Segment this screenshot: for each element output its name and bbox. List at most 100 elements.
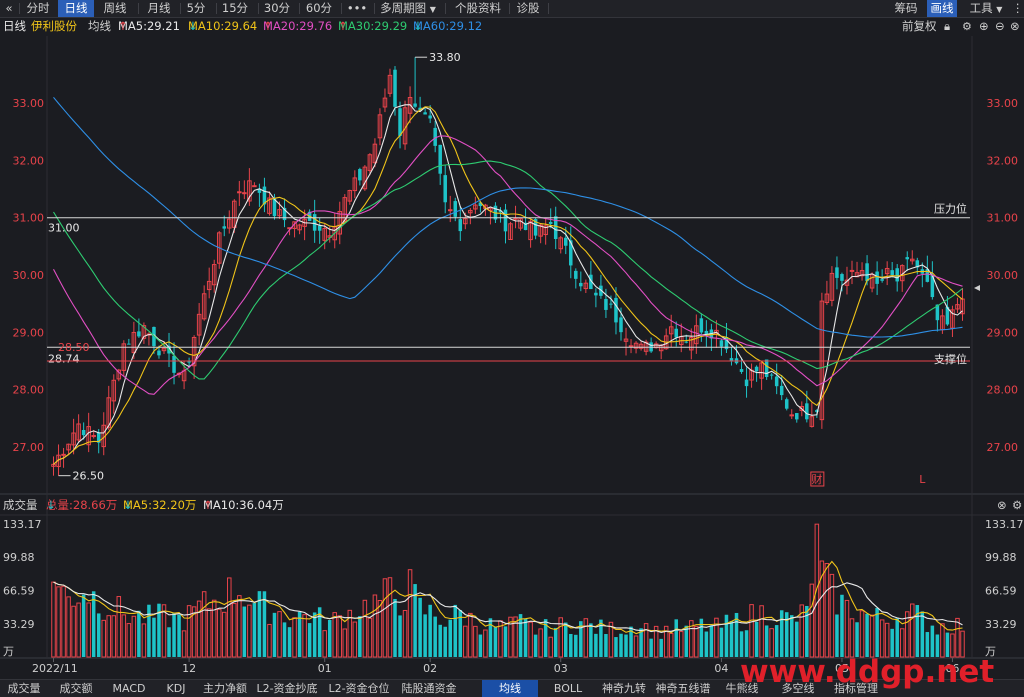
menu-icon[interactable]: ⋮: [1012, 0, 1024, 17]
candle-body: [447, 209, 453, 212]
chips-button[interactable]: 筹码: [889, 0, 923, 17]
volume-bar: [167, 627, 171, 657]
indicator-tab[interactable]: MACD: [106, 680, 152, 697]
diagnose-button[interactable]: 诊股: [512, 0, 544, 17]
volume-bar: [553, 627, 558, 657]
price-tick-left: 31.00: [13, 212, 45, 225]
candle-body: [393, 69, 397, 107]
volume-bar: [91, 591, 96, 657]
zoom-in-icon[interactable]: ⊕: [979, 18, 989, 35]
price-tick-right: 33.00: [987, 97, 1019, 110]
settings-icon[interactable]: ⚙: [962, 18, 972, 35]
volume-bar: [242, 606, 247, 657]
indicator-tab[interactable]: BOLL: [540, 680, 596, 697]
volume-bar: [684, 625, 689, 657]
lock-icon[interactable]: 🔒︎: [944, 18, 950, 35]
zoom-out-icon[interactable]: ⊖: [995, 18, 1005, 35]
back-icon[interactable]: «: [2, 0, 16, 17]
candle-body: [609, 303, 613, 305]
candle-body: [91, 435, 96, 438]
ma-label[interactable]: 均线: [88, 18, 111, 35]
volume-bar: [443, 626, 447, 657]
more-icon[interactable]: •••: [343, 0, 371, 17]
volume-bar: [744, 630, 749, 657]
volume-bar: [493, 626, 498, 657]
volume-bar: [754, 621, 759, 657]
arrow-up-icon: ↑: [338, 19, 348, 33]
candle-body: [563, 237, 568, 246]
kline-chart[interactable]: 33.80 26.50 31.00 28.7428.50 压力位支撑位财 L 27.00 2…: [0, 0, 1024, 696]
candle-body: [242, 192, 247, 195]
close-icon[interactable]: ⊗: [997, 497, 1007, 514]
tab-5min[interactable]: 5分: [182, 0, 210, 17]
volume-bar: [724, 614, 729, 657]
low-label: 26.50: [73, 470, 105, 483]
indicator-tab[interactable]: 神奇五线谱: [652, 680, 714, 697]
stock-info-button[interactable]: 个股资料: [448, 0, 508, 17]
settings-icon[interactable]: ⚙: [1012, 497, 1022, 514]
volume-label: 成交量: [3, 498, 38, 512]
indicator-tab[interactable]: 主力净额: [200, 680, 250, 697]
indicator-tab[interactable]: 成交量: [2, 680, 46, 697]
candle-body: [157, 350, 161, 356]
volume-bar: [840, 594, 844, 657]
caret-down-icon: ▼: [996, 5, 1003, 14]
tab-monthly[interactable]: 月线: [141, 0, 177, 17]
candle-body: [137, 331, 141, 337]
draw-button[interactable]: 画线: [927, 0, 957, 17]
tools-dropdown[interactable]: 工具 ▼: [962, 0, 1010, 17]
volume-ma5-text: MA5:32.20万: [123, 498, 197, 512]
tab-30min[interactable]: 30分: [260, 0, 294, 17]
candle-body: [875, 271, 879, 284]
candle-body: [684, 341, 689, 343]
candle-body: [840, 274, 844, 281]
volume-bar: [282, 622, 287, 657]
volume-bar: [418, 597, 422, 657]
candle-body: [789, 414, 794, 417]
tools-label: 工具: [969, 1, 993, 15]
finance-marker: 财: [811, 472, 822, 486]
candle-body: [744, 379, 749, 387]
volume-bar: [774, 625, 779, 657]
candle-body: [358, 169, 362, 181]
candle-body: [674, 328, 678, 338]
candle-body: [503, 209, 508, 232]
volume-tick-left: 66.59: [3, 584, 35, 597]
tab-15min[interactable]: 15分: [218, 0, 252, 17]
indicator-tab[interactable]: L2-资金抄底: [252, 680, 322, 697]
indicator-tab[interactable]: L2-资金仓位: [324, 680, 394, 697]
indicator-tab[interactable]: 陆股通资金: [396, 680, 462, 697]
volume-bar: [920, 611, 925, 657]
candle-body: [614, 297, 618, 323]
price-tick-left: 30.00: [13, 269, 45, 282]
volume-bar: [789, 615, 794, 657]
indicator-tab[interactable]: 成交额: [48, 680, 104, 697]
volume-bar: [805, 605, 809, 657]
volume-bar: [137, 610, 141, 657]
volume-bar: [152, 617, 156, 657]
adjust-label[interactable]: 前复权: [902, 18, 937, 35]
volume-bar: [312, 612, 317, 657]
ma30-text: MA30:29.29: [338, 19, 408, 33]
indicator-tab[interactable]: 均线: [482, 680, 538, 697]
volume-bar: [428, 604, 432, 657]
tab-weekly[interactable]: 周线: [97, 0, 133, 17]
indicator-tab[interactable]: 神奇九转: [598, 680, 650, 697]
close-icon[interactable]: ⊗: [1010, 18, 1020, 35]
stock-name: 伊利股份: [31, 19, 77, 33]
date-label: 03: [554, 662, 568, 675]
tab-daily[interactable]: 日线: [58, 0, 94, 17]
tab-60min[interactable]: 60分: [302, 0, 336, 17]
candle-body: [81, 429, 86, 436]
volume-bar: [674, 619, 678, 657]
indicator-tab[interactable]: KDJ: [154, 680, 198, 697]
volume-bar: [453, 604, 458, 657]
multi-period-dropdown[interactable]: 多周期图 ▼: [377, 0, 439, 17]
price-tick-right: 28.00: [987, 384, 1019, 397]
tab-minute[interactable]: 分时: [21, 0, 55, 17]
candle-body: [754, 366, 759, 372]
candle-body: [579, 282, 583, 287]
candle-body: [805, 403, 809, 420]
candle-body: [719, 340, 724, 347]
arrow-up-icon: ↑: [263, 19, 273, 33]
